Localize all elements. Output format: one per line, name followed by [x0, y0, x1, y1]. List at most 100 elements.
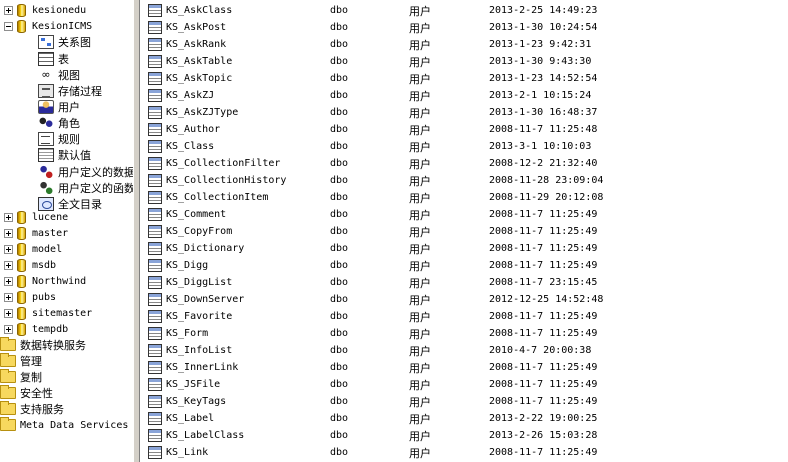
pane-splitter[interactable] [133, 0, 140, 462]
table-row[interactable]: KS_JSFile dbo 用户 2008-11-7 11:25:49 [140, 376, 788, 393]
table-list[interactable]: KS_AskClass dbo 用户 2013-2-25 14:49:23 KS_Ask… [140, 0, 788, 462]
stored-procedure-icon [38, 84, 54, 98]
tree-item-角色[interactable]: 角色 [38, 115, 80, 131]
table-name-cell: KS_AskRank [166, 39, 227, 50]
tree-item-tempdb[interactable]: tempdb [4, 321, 68, 337]
tree-item-label: 存储过程 [58, 85, 102, 98]
tree-item-安全性[interactable]: 安全性 [0, 385, 53, 401]
folder-icon [0, 385, 16, 399]
tree-item-视图[interactable]: ∞ 视图 [38, 67, 80, 83]
collapse-icon[interactable] [4, 21, 13, 31]
tree-item-数据转换服务[interactable]: 数据转换服务 [0, 337, 86, 353]
type-cell: 用户 [409, 21, 431, 35]
tree-item-kesionedu[interactable]: kesionedu [4, 2, 86, 18]
expand-icon[interactable] [4, 244, 13, 254]
table-name-cell: KS_AskPost [166, 22, 227, 33]
tree-item-lucene[interactable]: lucene [4, 209, 68, 225]
table-row[interactable]: KS_Author dbo 用户 2008-11-7 11:25:48 [140, 121, 788, 138]
tree-item-label: Meta Data Services [20, 419, 129, 431]
table-name-cell: KS_Favorite [166, 311, 233, 322]
expand-icon[interactable] [4, 276, 13, 286]
tree-item-label: 复制 [20, 371, 42, 384]
user-icon [38, 100, 54, 114]
table-icon [148, 446, 162, 459]
expand-icon[interactable] [4, 212, 13, 222]
tree-item-label: 数据转换服务 [20, 339, 86, 352]
table-row[interactable]: KS_AskTable dbo 用户 2013-1-30 9:43:30 [140, 53, 788, 70]
tree-item-管理[interactable]: 管理 [0, 353, 42, 369]
table-row[interactable]: KS_AskRank dbo 用户 2013-1-23 9:42:31 [140, 36, 788, 53]
table-row[interactable]: KS_AskTopic dbo 用户 2013-1-23 14:52:54 [140, 70, 788, 87]
type-cell: 用户 [409, 157, 431, 171]
tree-item-pubs[interactable]: pubs [4, 289, 56, 305]
table-icon [148, 293, 162, 306]
object-tree[interactable]: kesionedu KesionICMS 关系图表 ∞ 视图 存储过程 用户 角色 规则 默认值用… [0, 0, 133, 462]
table-row[interactable]: KS_Digg dbo 用户 2008-11-7 11:25:49 [140, 257, 788, 274]
table-row[interactable]: KS_KeyTags dbo 用户 2008-11-7 11:25:49 [140, 393, 788, 410]
table-row[interactable]: KS_CopyFrom dbo 用户 2008-11-7 11:25:49 [140, 223, 788, 240]
database-icon [17, 19, 26, 33]
user-defined-type-icon [38, 165, 54, 179]
expand-icon[interactable] [4, 308, 13, 318]
tree-item-northwind[interactable]: Northwind [4, 273, 86, 289]
table-name-cell: KS_CollectionFilter [166, 158, 281, 169]
tree-item-关系图[interactable]: 关系图 [38, 34, 91, 50]
owner-cell: dbo [330, 447, 349, 458]
table-name-cell: KS_KeyTags [166, 396, 227, 407]
table-row[interactable]: KS_CollectionHistory dbo 用户 2008-11-28 23:0… [140, 172, 788, 189]
table-icon [148, 361, 162, 374]
tree-item-表[interactable]: 表 [38, 51, 69, 67]
table-row[interactable]: KS_DownServer dbo 用户 2012-12-25 14:52:48 [140, 291, 788, 308]
tree-item-meta-data-services[interactable]: Meta Data Services [0, 417, 128, 433]
table-name-cell: KS_DownServer [166, 294, 245, 305]
tree-item-kesionicms[interactable]: KesionICMS [4, 18, 92, 34]
created-date-cell: 2013-1-30 9:43:30 [489, 56, 592, 67]
tree-item-规则[interactable]: 规则 [38, 131, 80, 147]
table-row[interactable]: KS_DiggList dbo 用户 2008-11-7 23:15:45 [140, 274, 788, 291]
table-row[interactable]: KS_CollectionItem dbo 用户 2008-11-29 20:12:0… [140, 189, 788, 206]
table-row[interactable]: KS_Dictionary dbo 用户 2008-11-7 11:25:49 [140, 240, 788, 257]
table-row[interactable]: KS_Link dbo 用户 2008-11-7 11:25:49 [140, 444, 788, 461]
table-row[interactable]: KS_AskZJ dbo 用户 2013-2-1 10:15:24 [140, 87, 788, 104]
owner-cell: dbo [330, 396, 349, 407]
type-cell: 用户 [409, 140, 431, 154]
table-row[interactable]: KS_Class dbo 用户 2013-3-1 10:10:03 [140, 138, 788, 155]
tree-item-master[interactable]: master [4, 225, 68, 241]
tree-item-sitemaster[interactable]: sitemaster [4, 305, 92, 321]
table-icon [148, 38, 162, 51]
tree-item-用户定义的函数[interactable]: 用户定义的函数 [38, 180, 133, 196]
view-icon: ∞ [41, 68, 51, 81]
created-date-cell: 2013-2-1 10:15:24 [489, 90, 592, 101]
folder-icon [0, 353, 16, 367]
tree-item-msdb[interactable]: msdb [4, 257, 56, 273]
tree-item-默认值[interactable]: 默认值 [38, 147, 91, 163]
tree-item-存储过程[interactable]: 存储过程 [38, 83, 102, 99]
expand-icon[interactable] [4, 5, 13, 15]
table-row[interactable]: KS_InfoList dbo 用户 2010-4-7 20:00:38 [140, 342, 788, 359]
owner-cell: dbo [330, 192, 349, 203]
table-icon [148, 191, 162, 204]
table-row[interactable]: KS_Label dbo 用户 2013-2-22 19:00:25 [140, 410, 788, 427]
table-row[interactable]: KS_AskClass dbo 用户 2013-2-25 14:49:23 [140, 2, 788, 19]
tree-item-model[interactable]: model [4, 241, 62, 257]
type-cell: 用户 [409, 327, 431, 341]
expand-icon[interactable] [4, 260, 13, 270]
tree-item-支持服务[interactable]: 支持服务 [0, 401, 64, 417]
table-row[interactable]: KS_AskZJType dbo 用户 2013-1-30 16:48:37 [140, 104, 788, 121]
table-row[interactable]: KS_AskPost dbo 用户 2013-1-30 10:24:54 [140, 19, 788, 36]
expand-icon[interactable] [4, 228, 13, 238]
owner-cell: dbo [330, 73, 349, 84]
table-row[interactable]: KS_Comment dbo 用户 2008-11-7 11:25:49 [140, 206, 788, 223]
expand-icon[interactable] [4, 292, 13, 302]
table-row[interactable]: KS_LabelClass dbo 用户 2013-2-26 15:03:28 [140, 427, 788, 444]
table-row[interactable]: KS_Favorite dbo 用户 2008-11-7 11:25:49 [140, 308, 788, 325]
tree-item-复制[interactable]: 复制 [0, 369, 42, 385]
table-icon [148, 72, 162, 85]
tree-item-label: 表 [58, 53, 69, 66]
table-row[interactable]: KS_Form dbo 用户 2008-11-7 11:25:49 [140, 325, 788, 342]
tree-item-用户[interactable]: 用户 [38, 99, 80, 115]
expand-icon[interactable] [4, 324, 13, 334]
tree-item-用户定义的数据[interactable]: 用户定义的数据 [38, 164, 133, 180]
table-row[interactable]: KS_CollectionFilter dbo 用户 2008-12-2 21:32:… [140, 155, 788, 172]
table-row[interactable]: KS_InnerLink dbo 用户 2008-11-7 11:25:49 [140, 359, 788, 376]
